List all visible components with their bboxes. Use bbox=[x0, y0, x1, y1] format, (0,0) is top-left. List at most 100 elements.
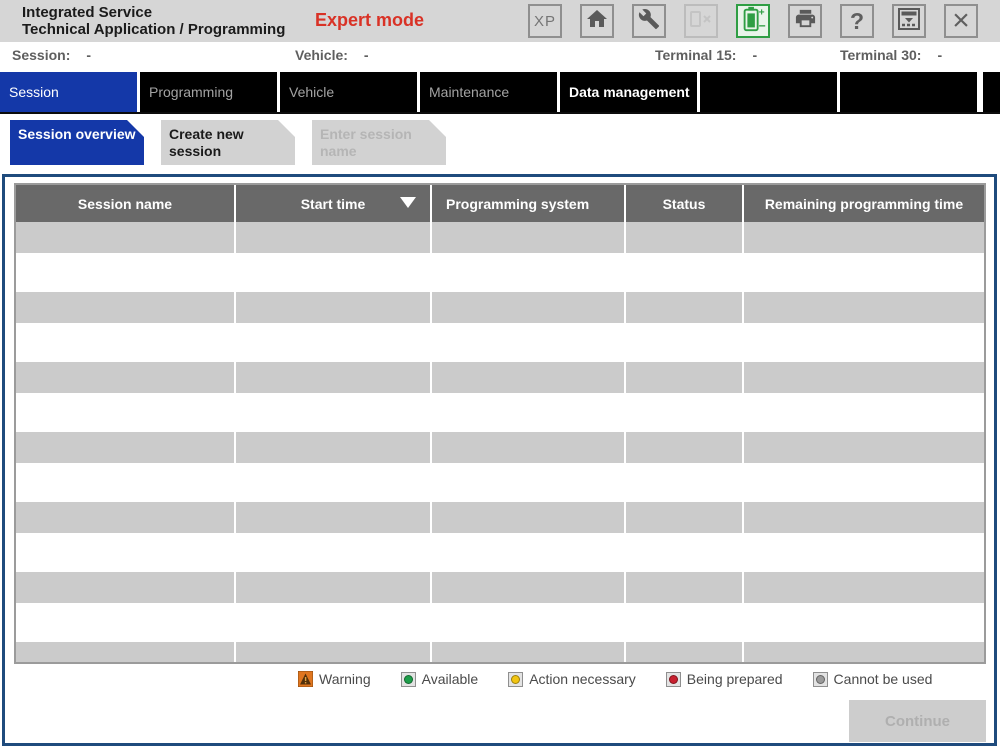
table-cell bbox=[744, 642, 984, 662]
legend-item: Cannot be used bbox=[812, 671, 933, 687]
session-table: Session name Start time Programming syst… bbox=[14, 183, 986, 664]
table-column-header[interactable]: Status bbox=[626, 185, 744, 222]
main-tab[interactable]: Data management bbox=[560, 72, 697, 112]
hide-panel-button[interactable] bbox=[892, 4, 926, 38]
status-field-value: - bbox=[937, 47, 943, 63]
sub-tab[interactable]: Session overview bbox=[10, 120, 144, 165]
table-cell bbox=[236, 432, 432, 463]
status-legend: Warning Available Action necessary Being… bbox=[297, 670, 933, 688]
main-tab[interactable]: Programming bbox=[140, 72, 277, 112]
table-cell bbox=[744, 502, 984, 533]
table-cell bbox=[236, 642, 432, 662]
table-cell bbox=[432, 222, 626, 253]
status-field: Terminal 30: - bbox=[840, 47, 942, 63]
status-field: Terminal 15: - bbox=[655, 47, 757, 63]
question-mark-icon: ? bbox=[849, 7, 865, 34]
xp-button[interactable]: XP bbox=[528, 4, 562, 38]
table-cell bbox=[626, 502, 744, 533]
table-row[interactable] bbox=[16, 642, 984, 662]
main-tab bbox=[840, 72, 977, 112]
column-header-label: Start time bbox=[300, 195, 366, 212]
legend-item: Warning bbox=[297, 670, 371, 688]
status-bar: Session: - Vehicle: - Terminal 15: - Termin… bbox=[0, 42, 1000, 70]
table-cell bbox=[744, 222, 984, 253]
table-cell bbox=[432, 572, 626, 603]
battery-icon: + − bbox=[740, 5, 766, 38]
status-dot-icon bbox=[508, 671, 524, 687]
battery-status-button[interactable]: + − bbox=[736, 4, 770, 38]
table-row[interactable] bbox=[16, 362, 984, 393]
main-tab[interactable]: Session bbox=[0, 72, 137, 112]
table-column-header[interactable]: Start time bbox=[236, 185, 432, 222]
print-button[interactable] bbox=[788, 4, 822, 38]
table-row[interactable] bbox=[16, 502, 984, 533]
expert-mode-label: Expert mode bbox=[315, 10, 425, 30]
legend-item-label: Cannot be used bbox=[833, 671, 933, 687]
app-title: Integrated Service Technical Application… bbox=[22, 4, 285, 38]
wrench-icon bbox=[638, 8, 660, 35]
status-field: Session: - bbox=[12, 47, 91, 63]
table-cell bbox=[744, 572, 984, 603]
workshop-settings-button[interactable] bbox=[632, 4, 666, 38]
status-field-label: Vehicle: bbox=[295, 47, 348, 63]
sub-tab-label: Session overview bbox=[18, 126, 136, 142]
table-cell bbox=[626, 292, 744, 323]
sub-tab[interactable]: Create new session bbox=[161, 120, 295, 165]
table-cell bbox=[16, 292, 236, 323]
main-tab[interactable]: Maintenance bbox=[420, 72, 557, 112]
table-cell bbox=[626, 432, 744, 463]
status-field-label: Terminal 30: bbox=[840, 47, 922, 63]
legend-item-label: Warning bbox=[319, 671, 371, 687]
sub-tab: Enter session name bbox=[312, 120, 446, 165]
disconnect-icon bbox=[689, 8, 713, 35]
sort-descending-icon bbox=[400, 197, 416, 208]
table-row[interactable] bbox=[16, 572, 984, 603]
table-cell bbox=[744, 362, 984, 393]
status-dot-icon bbox=[812, 671, 828, 687]
main-tab bbox=[700, 72, 837, 112]
table-cell bbox=[744, 432, 984, 463]
legend-item-label: Being prepared bbox=[686, 671, 783, 687]
table-cell bbox=[236, 292, 432, 323]
main-tab-bar: Session Programming Vehicle Maintenance … bbox=[0, 72, 1000, 114]
column-header-label: Remaining programming time bbox=[764, 195, 964, 212]
table-column-header[interactable]: Session name bbox=[16, 185, 236, 222]
table-column-header[interactable]: Remaining programming time bbox=[744, 185, 984, 222]
status-field-value: - bbox=[363, 47, 369, 63]
table-row[interactable] bbox=[16, 432, 984, 463]
table-cell bbox=[432, 642, 626, 662]
close-button[interactable]: × bbox=[944, 4, 978, 38]
table-cell bbox=[16, 572, 236, 603]
status-field-value: - bbox=[86, 47, 92, 63]
main-tab-label: Maintenance bbox=[429, 84, 510, 100]
table-cell bbox=[626, 642, 744, 662]
table-cell bbox=[432, 292, 626, 323]
home-button[interactable] bbox=[580, 4, 614, 38]
table-row[interactable] bbox=[16, 292, 984, 323]
ista-p-window: Integrated Service Technical Application… bbox=[0, 0, 1000, 750]
main-tab-label: Data management bbox=[569, 84, 690, 100]
app-title-line2: Technical Application / Programming bbox=[22, 21, 286, 38]
main-tab-label: Session bbox=[9, 84, 59, 100]
session-table-body bbox=[16, 222, 984, 662]
toolbar: XP + − ? × bbox=[528, 4, 978, 38]
legend-item: Action necessary bbox=[508, 671, 636, 687]
table-column-header[interactable]: Programming system bbox=[432, 185, 626, 222]
main-tab-label: Vehicle bbox=[289, 84, 335, 100]
status-field-value: - bbox=[752, 47, 758, 63]
app-title-line1: Integrated Service bbox=[22, 4, 153, 21]
table-cell bbox=[626, 362, 744, 393]
table-cell bbox=[626, 572, 744, 603]
main-tab[interactable]: Vehicle bbox=[280, 72, 417, 112]
sub-tab-bar: Session overview Create new session Ente… bbox=[10, 120, 446, 165]
continue-button: Continue bbox=[849, 700, 986, 742]
svg-text:−: − bbox=[759, 19, 766, 33]
content-panel: Session name Start time Programming syst… bbox=[2, 174, 997, 746]
legend-item-label: Action necessary bbox=[529, 671, 636, 687]
column-header-label: Status bbox=[662, 195, 706, 212]
table-cell bbox=[432, 502, 626, 533]
table-row[interactable] bbox=[16, 222, 984, 253]
status-dot-icon bbox=[665, 671, 681, 687]
help-button[interactable]: ? bbox=[840, 4, 874, 38]
status-field: Vehicle: - bbox=[295, 47, 369, 63]
